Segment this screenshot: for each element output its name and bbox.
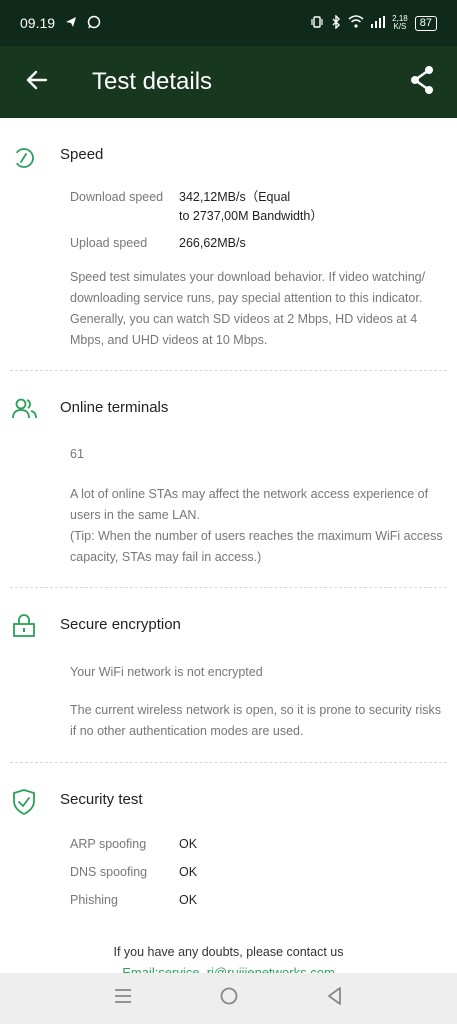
back-button[interactable] [2,46,72,118]
download-speed-value-line2: to 2737,00M Bandwidth） [179,209,323,223]
battery-indicator: 87 [414,15,437,31]
wifi-icon [348,15,364,31]
upload-speed-value: 266,62MB/s [179,236,246,250]
arrow-left-icon [25,68,49,97]
security-row-phishing: Phishing OK [70,891,445,910]
back-nav-icon[interactable] [326,986,344,1011]
status-time: 09.19 [20,15,56,31]
speedometer-icon [12,146,36,170]
security-row-label: DNS spoofing [70,865,148,879]
security-row-label: Phishing [70,893,118,907]
security-row-value: OK [179,893,198,907]
terminals-count-value: 61 [70,447,84,461]
menu-icon[interactable] [113,987,133,1010]
terminals-count: 61 [70,445,445,464]
encryption-status: Your WiFi network is not encrypted [70,665,263,679]
shield-check-icon [12,789,36,816]
telegram-icon [65,15,77,31]
speed-title: Speed [60,146,104,163]
whatsapp-icon [87,15,101,32]
lock-icon [12,614,36,638]
system-nav-bar [0,973,457,1024]
secure-encryption-section: Secure encryption Your WiFi network is n… [0,588,457,762]
secure-encryption-title: Secure encryption [60,616,181,633]
page-title: Test details [92,68,213,95]
download-speed-label: Download speed [70,190,164,204]
app-bar: Test details [0,46,457,118]
home-icon[interactable] [219,986,239,1011]
bluetooth-icon [331,13,341,32]
security-row-value: OK [179,837,198,851]
online-terminals-section: Online terminals 61 A lot of online STAs… [0,371,457,587]
net-speed: 2,18 K/S [392,15,408,31]
net-speed-unit: K/S [393,22,407,31]
encryption-description: The current wireless network is open, so… [70,703,441,738]
upload-speed-row: Upload speed 266,62MB/s [70,234,445,253]
content-area[interactable]: Speed Download speed 342,12MB/s（Equal to… [0,118,457,973]
share-button[interactable] [387,46,457,118]
download-speed-row: Download speed 342,12MB/s（Equal to 2737,… [70,188,445,226]
security-row-dns: DNS spoofing OK [70,863,445,882]
users-icon [12,397,37,421]
security-test-section: Security test ARP spoofing OK DNS spoofi… [0,763,457,941]
online-terminals-title: Online terminals [60,399,169,416]
security-row-arp: ARP spoofing OK [70,835,445,854]
security-test-title: Security test [60,791,143,808]
vibrate-icon [310,15,324,32]
security-row-value: OK [179,865,198,879]
download-speed-value: 342,12MB/s（Equal to 2737,00M Bandwidth） [179,188,323,226]
download-speed-value-line1: 342,12MB/s（Equal [179,190,291,204]
security-row-label: ARP spoofing [70,837,147,851]
terminals-tip: (Tip: When the number of users reaches t… [70,529,443,564]
signal-icon [371,15,386,31]
speed-description: Speed test simulates your download behav… [70,270,426,347]
terminals-description: A lot of online STAs may affect the netw… [70,487,429,522]
contact-text: If you have any doubts, please contact u… [113,945,344,959]
speed-section: Speed Download speed 342,12MB/s（Equal to… [0,118,457,370]
share-icon [409,65,435,100]
upload-speed-label: Upload speed [70,236,148,250]
status-bar: 09.19 2,18 K/S 87 [0,0,457,46]
contact-email-link[interactable]: Email:service_ri@ruijienetworks.com [0,965,457,973]
